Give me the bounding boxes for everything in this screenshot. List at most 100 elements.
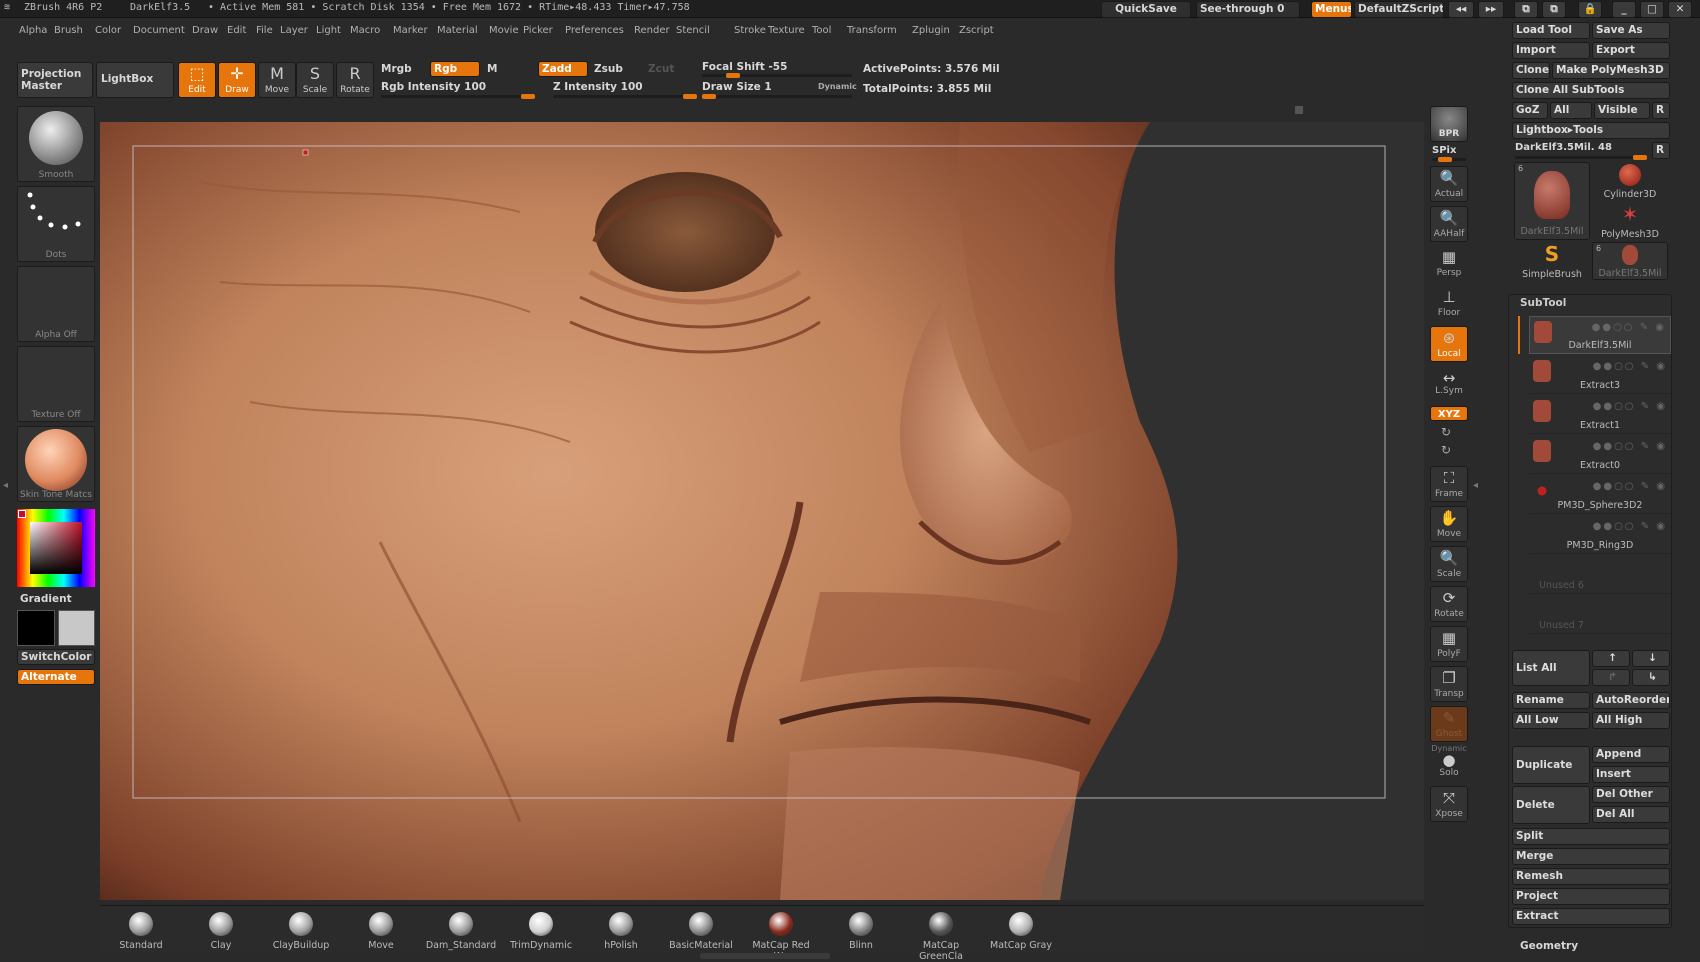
menu-brush[interactable]: Brush [54, 25, 83, 36]
shelf-item[interactable]: hPolish [584, 908, 658, 951]
draw-size-slider[interactable] [702, 94, 852, 99]
tool-thumb-cylinder[interactable]: Cylinder3D [1592, 162, 1668, 200]
actual-button[interactable]: 🔍 Actual [1430, 166, 1468, 202]
goz-button[interactable]: GoZ [1512, 102, 1548, 119]
all-high-button[interactable]: All High [1592, 712, 1670, 729]
floor-button[interactable]: ⊥ Floor [1430, 286, 1468, 322]
spix-slider[interactable]: SPix [1432, 145, 1456, 156]
duplicate-button[interactable]: Duplicate [1512, 746, 1590, 784]
viewport-canvas[interactable] [100, 122, 1424, 900]
alternate-button[interactable]: Alternate [17, 669, 95, 685]
color-picker[interactable] [17, 509, 95, 587]
import-button[interactable]: Import [1512, 42, 1590, 59]
polyf-button[interactable]: ▦ PolyF [1430, 626, 1468, 662]
z-intensity-slider[interactable] [553, 94, 697, 99]
clone-button[interactable]: Clone [1512, 62, 1550, 79]
subtool-item[interactable]: Unused 6 [1529, 556, 1671, 594]
tool-thumb-polymesh[interactable]: ✶ PolyMesh3D [1592, 202, 1668, 240]
menu-marker[interactable]: Marker [393, 25, 428, 36]
menu-alpha[interactable]: Alpha [19, 25, 47, 36]
move-view-button[interactable]: ✋ Move [1430, 506, 1468, 542]
see-through-slider[interactable]: See-through 0 [1196, 1, 1300, 18]
shelf-scroll-handle[interactable] [700, 953, 830, 959]
texture-off-button[interactable]: Texture Off [17, 346, 95, 422]
menu-edit[interactable]: Edit [227, 25, 246, 36]
menu-macro[interactable]: Macro [350, 25, 380, 36]
right-panel-collapse-icon[interactable]: ◂ [1473, 480, 1478, 491]
mrgb-toggle[interactable]: Mrgb [381, 63, 412, 75]
rotate-z-icon[interactable]: ↻ [1441, 443, 1451, 457]
subtool-item[interactable]: ●●○○ ✎ ◉ DarkElf3.5Mil [1529, 316, 1671, 354]
tool-thumb-simplebrush[interactable]: S SimpleBrush [1514, 242, 1590, 280]
shelf-item[interactable]: ClayBuildup [264, 908, 338, 951]
menu-layer[interactable]: Layer [280, 25, 308, 36]
menu-zscript[interactable]: Zscript [959, 25, 994, 36]
subtool-item[interactable]: ●●○○ ✎ ◉ Extract3 [1529, 356, 1671, 394]
brush-smooth-button[interactable]: Smooth [17, 106, 95, 182]
shelf-item[interactable]: MatCap GreenCla [904, 908, 978, 962]
ghost-button[interactable]: ✎ Ghost [1430, 706, 1468, 742]
layout2-icon[interactable]: ⧉ [1542, 1, 1566, 18]
lightbox-tools-button[interactable]: Lightbox▸Tools [1512, 122, 1670, 139]
save-as-button[interactable]: Save As [1592, 22, 1670, 39]
project-menu[interactable]: Project [1512, 888, 1670, 905]
insert-button[interactable]: Insert [1592, 766, 1670, 783]
shelf-item[interactable]: TrimDynamic [504, 908, 578, 951]
zcut-toggle[interactable]: Zcut [648, 63, 674, 75]
goz-r-button[interactable]: R [1652, 102, 1670, 119]
alpha-off-button[interactable]: Alpha Off [17, 266, 95, 342]
subtool-visibility-toggles-icon[interactable]: ●●○○ ✎ ◉ [1593, 361, 1667, 372]
subtool-item[interactable]: ●●○○ ✎ ◉ Extract0 [1529, 436, 1671, 474]
rename-button[interactable]: Rename [1512, 692, 1590, 709]
menus-button[interactable]: Menus [1311, 1, 1352, 18]
local-button[interactable]: ⊛ Local [1430, 326, 1468, 362]
make-polymesh-button[interactable]: Make PolyMesh3D [1552, 62, 1670, 79]
solo-button[interactable]: ● Solo [1430, 752, 1468, 782]
lightbox-button[interactable]: LightBox [96, 62, 174, 98]
clone-all-subtools-button[interactable]: Clone All SubTools [1512, 82, 1670, 99]
lsym-button[interactable]: ↔ L.Sym [1430, 370, 1468, 398]
layout-icon[interactable]: ⧉ [1514, 1, 1538, 18]
move-up-right-icon[interactable]: ↱ [1592, 669, 1630, 686]
shelf-item[interactable]: Move [344, 908, 418, 951]
rotate-y-icon[interactable]: ↻ [1441, 425, 1451, 439]
scale-mode-button[interactable]: S Scale [296, 62, 334, 98]
rotate-view-button[interactable]: ⟳ Rotate [1430, 586, 1468, 622]
spix-slider-track[interactable] [1432, 157, 1466, 162]
append-button[interactable]: Append [1592, 746, 1670, 763]
subtool-visibility-toggles-icon[interactable]: ●●○○ ✎ ◉ [1593, 481, 1667, 492]
move-mode-button[interactable]: M Move [258, 62, 296, 98]
goz-all-button[interactable]: All [1550, 102, 1592, 119]
draw-mode-button[interactable]: ✛ Draw [218, 62, 256, 98]
extract-menu[interactable]: Extract [1512, 908, 1670, 925]
persp-button[interactable]: ▦ Persp [1430, 246, 1468, 282]
zsub-toggle[interactable]: Zsub [594, 63, 623, 75]
shelf-item[interactable]: BasicMaterial [664, 908, 738, 951]
m-toggle[interactable]: M [487, 63, 497, 75]
subtool-header[interactable]: SubTool [1520, 297, 1566, 309]
remesh-menu[interactable]: Remesh [1512, 868, 1670, 885]
shelf-item[interactable]: Blinn [824, 908, 898, 951]
current-tool-slider-track[interactable] [1515, 155, 1647, 160]
switchcolor-button[interactable]: SwitchColor [17, 649, 95, 665]
main-color-swatch[interactable] [17, 610, 55, 646]
menu-color[interactable]: Color [95, 25, 121, 36]
quicksave-button[interactable]: QuickSave [1101, 1, 1191, 18]
subtool-visibility-toggles-icon[interactable]: ●●○○ ✎ ◉ [1593, 401, 1667, 412]
bpr-render-button[interactable]: BPR [1430, 106, 1468, 142]
rgb-intensity-slider[interactable] [381, 94, 535, 99]
export-button[interactable]: Export [1592, 42, 1670, 59]
menu-picker[interactable]: Picker [523, 25, 553, 36]
subtool-item[interactable]: ●●○○ ✎ ◉ PM3D_Ring3D [1529, 516, 1671, 554]
minimize-icon[interactable]: _ [1612, 1, 1636, 18]
scroll-left-icon[interactable]: ◂◂ [1448, 1, 1474, 18]
menu-render[interactable]: Render [634, 25, 670, 36]
menu-draw[interactable]: Draw [192, 25, 218, 36]
edit-mode-button[interactable]: ⬚ Edit [178, 62, 216, 98]
dynamic-toggle[interactable]: Dynamic [818, 82, 857, 91]
subtool-item[interactable]: ●●○○ ✎ ◉ PM3D_Sphere3D2 [1529, 476, 1671, 514]
menu-movie[interactable]: Movie [489, 25, 519, 36]
secondary-color-swatch[interactable] [58, 610, 95, 646]
scroll-right-icon[interactable]: ▸▸ [1478, 1, 1504, 18]
menu-tool[interactable]: Tool [812, 25, 831, 36]
